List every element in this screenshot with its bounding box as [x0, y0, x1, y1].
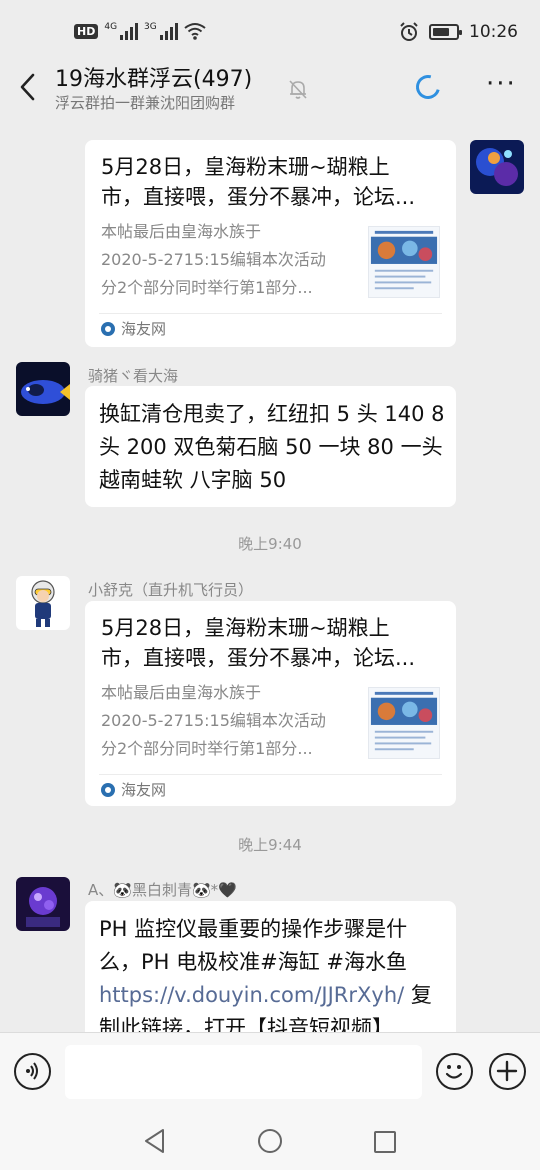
link-card[interactable]: 5月28日，皇海粉末珊~瑚粮上 市，直接喂，蛋分不暴冲，论坛... 本帖最后由皇…: [85, 601, 456, 806]
hd-badge: HD: [74, 23, 99, 39]
card-desc-line: 本帖最后由皇海水族于: [101, 222, 262, 241]
nav-home-icon[interactable]: [258, 1129, 282, 1153]
message-line: 头 200 双色菊石脑 50 一块 80 一头: [99, 435, 443, 459]
card-desc-line: 分2个部分同时举行第1部分...: [101, 739, 313, 758]
card-title: 5月28日，皇海粉末珊~瑚粮上 市，直接喂，蛋分不暴冲，论坛...: [101, 613, 431, 673]
mute-bell-icon: [289, 80, 307, 99]
sim1-label: 4G: [104, 22, 118, 32]
card-desc-line: 2020-5-2715:15编辑本次活动: [101, 250, 326, 269]
source-logo-icon: [101, 782, 115, 797]
link-suffix: 复: [404, 983, 432, 1007]
card-desc-line: 分2个部分同时举行第1部分...: [101, 278, 313, 297]
alarm-icon: [400, 22, 418, 41]
status-time: 10:26: [469, 22, 518, 42]
input-bar: [0, 1032, 540, 1114]
loading-spinner-icon: [411, 70, 445, 104]
sender-name: A、🐼黑白刺青🐼*🖤: [88, 881, 237, 899]
status-right: 10:26: [399, 22, 518, 42]
card-title-line: 市，直接喂，蛋分不暴冲，论坛...: [101, 185, 416, 209]
message-input[interactable]: [65, 1045, 422, 1099]
card-source: 海友网: [101, 779, 166, 800]
avatar[interactable]: [16, 362, 70, 416]
signal-2-icon: 3G: [144, 22, 178, 40]
wifi-icon: [184, 23, 206, 40]
card-title-line: 市，直接喂，蛋分不暴冲，论坛...: [101, 646, 416, 670]
text-bubble[interactable]: 换缸清仓甩卖了，红纽扣 5 头 140 8 头 200 双色菊石脑 50 一块 …: [85, 386, 456, 507]
avatar[interactable]: [470, 140, 524, 194]
system-nav-bar: [0, 1114, 540, 1170]
timestamp: 晚上9:44: [238, 836, 302, 854]
plus-icon[interactable]: [489, 1053, 526, 1090]
more-dots-icon[interactable]: ···: [486, 71, 516, 97]
message-line: 换缸清仓甩卖了，红纽扣 5 头 140 8: [99, 402, 445, 426]
avatar[interactable]: [16, 877, 70, 931]
source-logo-icon: [101, 321, 115, 336]
signal-1-icon: 4G: [104, 22, 139, 40]
back-arrow-icon[interactable]: [16, 72, 40, 102]
sender-name: 小舒克（直升机飞行员）: [88, 581, 254, 599]
nav-recent-icon[interactable]: [374, 1131, 396, 1153]
card-title-line: 5月28日，皇海粉末珊~瑚粮上: [101, 616, 390, 640]
card-divider: [99, 774, 442, 775]
message-line: 么，PH 电极校准#海缸 #海水鱼: [99, 950, 407, 974]
card-desc-line: 2020-5-2715:15编辑本次活动: [101, 711, 326, 730]
card-title-line: 5月28日，皇海粉末珊~瑚粮上: [101, 155, 390, 179]
card-description: 本帖最后由皇海水族于 2020-5-2715:15编辑本次活动 分2个部分同时举…: [101, 679, 346, 763]
status-left: HD 4G 3G: [74, 22, 206, 40]
sender-name: 骑猪ヾ看大海: [88, 367, 179, 385]
card-divider: [99, 313, 442, 314]
voice-icon[interactable]: [14, 1053, 51, 1090]
card-source-label: 海友网: [121, 320, 167, 338]
battery-icon: [429, 24, 462, 40]
card-thumbnail: [368, 226, 440, 298]
chat-title[interactable]: 19海水群浮云(497): [55, 61, 252, 93]
card-source: 海友网: [101, 318, 166, 339]
card-source-label: 海友网: [121, 781, 167, 799]
avatar[interactable]: [16, 576, 70, 630]
emoji-icon[interactable]: [436, 1053, 473, 1090]
card-title: 5月28日，皇海粉末珊~瑚粮上 市，直接喂，蛋分不暴冲，论坛...: [101, 152, 431, 212]
card-thumbnail: [368, 687, 440, 759]
message-line: 越南蛙软 八字脑 50: [99, 468, 287, 492]
link-card[interactable]: 5月28日，皇海粉末珊~瑚粮上 市，直接喂，蛋分不暴冲，论坛... 本帖最后由皇…: [85, 140, 456, 347]
nav-back-icon[interactable]: [143, 1128, 167, 1154]
message-link[interactable]: https://v.douyin.com/JJRrXyh/: [99, 983, 404, 1007]
timestamp: 晚上9:40: [238, 535, 302, 553]
chat-header: 19海水群浮云(497) 浮云群拍一群兼沈阳团购群 ···: [0, 56, 540, 120]
sim2-label: 3G: [144, 22, 157, 32]
card-description: 本帖最后由皇海水族于 2020-5-2715:15编辑本次活动 分2个部分同时举…: [101, 218, 346, 302]
chat-subtitle: 浮云群拍一群兼沈阳团购群: [55, 94, 236, 112]
status-bar: HD 4G 3G 10:26: [0, 0, 540, 64]
message-line: PH 监控仪最重要的操作步骤是什: [99, 917, 408, 941]
message-line: https://v.douyin.com/JJRrXyh/ 复: [99, 979, 442, 1012]
card-desc-line: 本帖最后由皇海水族于: [101, 683, 262, 702]
